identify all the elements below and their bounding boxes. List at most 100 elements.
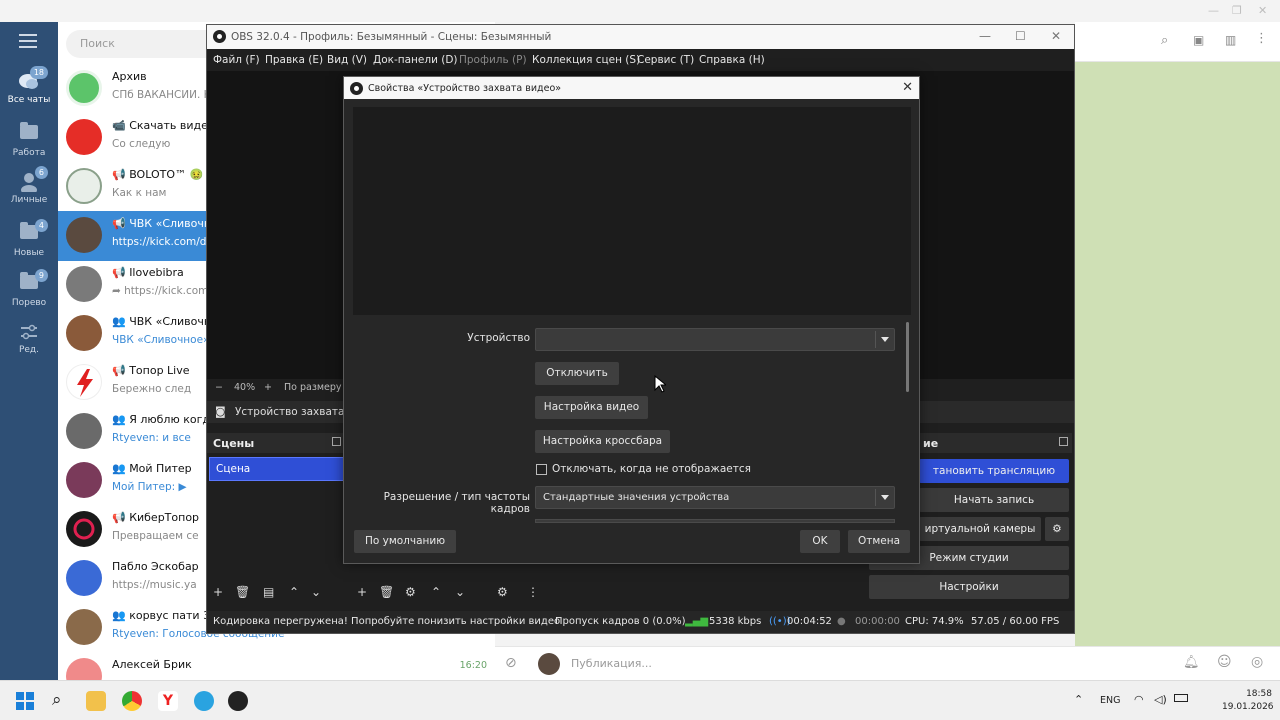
menu-docks[interactable]: Док-панели (D) — [373, 54, 458, 66]
zoom-fit-button[interactable]: По размеру ок — [284, 382, 344, 393]
menu-edit[interactable]: Правка (E) — [265, 54, 323, 66]
yandex-browser-icon[interactable]: Y — [158, 691, 178, 711]
defaults-button[interactable]: По умолчанию — [354, 530, 456, 553]
chat-header: ⌕ ▣ ▥ ⋮ — [1075, 22, 1280, 62]
filters-icon[interactable]: ▤ — [263, 585, 274, 599]
chrome-icon[interactable] — [122, 691, 142, 711]
gear-icon[interactable]: ⚙ — [1045, 517, 1069, 541]
folder-work[interactable]: Работа — [0, 122, 58, 158]
search-icon[interactable]: ⌕ — [52, 690, 62, 710]
wifi-icon[interactable]: ◠ — [1134, 693, 1144, 706]
remove-scene-icon[interactable]: 🗑︎ — [235, 585, 250, 599]
menu-profile[interactable]: Профиль (P) — [459, 54, 527, 66]
obs-logo-icon — [350, 82, 363, 95]
chat-background — [1075, 62, 1280, 646]
avatar — [66, 609, 102, 645]
crossbar-settings-button[interactable]: Настройка кроссбара — [535, 430, 670, 453]
camera-icon[interactable]: ◎ — [1251, 654, 1263, 670]
camera-icon: ◙ — [215, 405, 226, 418]
close-icon[interactable]: ✕ — [1051, 29, 1061, 43]
start-recording-button[interactable]: Начать запись — [919, 488, 1069, 512]
more-icon[interactable]: ⋮ — [1255, 31, 1268, 46]
telegram-icon[interactable] — [194, 691, 214, 711]
video-settings-button[interactable]: Настройка видео — [535, 396, 648, 419]
chat-name: 👥 Я люблю когда — [112, 413, 207, 426]
add-source-icon[interactable]: + — [357, 585, 367, 599]
emoji-icon[interactable]: ☺ — [1217, 654, 1232, 670]
folder-personal[interactable]: 6 Личные — [0, 166, 58, 205]
deactivate-when-hidden-checkbox[interactable] — [536, 464, 547, 475]
zoom-out-button[interactable]: − — [215, 382, 223, 393]
chat-preview: Превращаем се — [112, 530, 199, 542]
clock[interactable]: 18:58 19.01.2026 — [1222, 688, 1274, 714]
avatar — [66, 315, 102, 351]
attach-icon[interactable]: ⊘ — [505, 655, 517, 671]
scrollbar[interactable] — [906, 322, 909, 392]
settings-button[interactable]: Настройки — [869, 575, 1069, 599]
menu-tools[interactable]: Сервис (T) — [637, 54, 694, 66]
compose-bar: ⊘ Публикация... 🔔︎ ☺ ◎ — [495, 646, 1280, 680]
chevron-up-icon[interactable]: ⌃ — [1074, 693, 1083, 706]
folder-new[interactable]: 4 Новые — [0, 219, 58, 258]
folder-label: Работа — [12, 148, 46, 158]
date: 19.01.2026 — [1222, 702, 1274, 712]
unread-badge: 4 — [34, 219, 48, 232]
bell-icon[interactable]: 🔔︎ — [1183, 655, 1200, 670]
chat-row[interactable]: Алексей Брик 16:20 — [58, 652, 495, 680]
battery-icon[interactable] — [1174, 694, 1188, 702]
float-icon[interactable] — [1059, 437, 1068, 446]
search-icon[interactable]: ⌕ — [1161, 33, 1168, 48]
folder-label: Все чаты — [7, 95, 51, 105]
avatar — [66, 413, 102, 449]
move-down-icon[interactable]: ⌄ — [311, 585, 321, 599]
resolution-value: Стандартные значения устройства — [543, 492, 730, 503]
add-scene-icon[interactable]: + — [213, 585, 223, 599]
folder-porevo[interactable]: 9 Порево — [0, 269, 58, 308]
volume-icon[interactable]: ◁) — [1154, 693, 1167, 706]
close-icon[interactable]: ✕ — [902, 80, 913, 95]
message-input[interactable]: Публикация... — [571, 657, 652, 670]
scene-list-item[interactable]: Сцена — [209, 457, 344, 481]
telegram-titlebar: — ❐ ✕ — [0, 0, 1280, 22]
menu-file[interactable]: Файл (F) — [213, 54, 260, 66]
input-language[interactable]: ENG — [1100, 695, 1120, 706]
hamburger-menu-icon[interactable] — [19, 34, 37, 48]
sidebar-toggle-icon[interactable]: ▥ — [1225, 33, 1236, 47]
audio-settings-icon[interactable]: ⚙ — [497, 585, 508, 599]
disable-button[interactable]: Отключить — [535, 362, 619, 385]
chat-name: 📢 ЧВК «Сливочн — [112, 217, 207, 230]
obs-icon[interactable] — [228, 691, 248, 711]
chat-name: 👥 Мой Питер — [112, 462, 192, 475]
menu-view[interactable]: Вид (V) — [327, 54, 367, 66]
minimize-icon[interactable]: — — [1208, 4, 1219, 17]
float-icon[interactable] — [332, 437, 341, 446]
device-select[interactable] — [535, 328, 895, 351]
chat-name: 👥 ЧВК «Сливочн — [112, 315, 207, 328]
comments-icon[interactable]: ▣ — [1193, 33, 1204, 47]
ok-button[interactable]: OK — [800, 530, 840, 553]
minimize-icon[interactable]: — — [979, 29, 991, 43]
chat-preview: https://music.ya — [112, 579, 197, 591]
stop-streaming-button[interactable]: тановить трансляцию — [919, 459, 1069, 483]
source-properties-icon[interactable]: ⚙ — [405, 585, 416, 599]
chat-preview: Со следую — [112, 138, 171, 150]
move-down-icon[interactable]: ⌄ — [455, 585, 465, 599]
menu-help[interactable]: Справка (H) — [699, 54, 765, 66]
folder-all-chats[interactable]: 18 Все чаты — [0, 66, 58, 105]
resolution-select[interactable]: Стандартные значения устройства — [535, 486, 895, 509]
sliders-icon — [18, 322, 40, 342]
virtual-camera-button[interactable]: иртуальной камеры — [919, 517, 1041, 541]
remove-source-icon[interactable]: 🗑︎ — [379, 585, 394, 599]
more-icon[interactable]: ⋮ — [527, 585, 539, 599]
folder-edit[interactable]: Ред. — [0, 322, 58, 355]
close-icon[interactable]: ✕ — [1258, 4, 1267, 17]
move-up-icon[interactable]: ⌃ — [431, 585, 441, 599]
zoom-in-button[interactable]: + — [264, 382, 272, 393]
maximize-icon[interactable]: ❐ — [1232, 4, 1242, 17]
cancel-button[interactable]: Отмена — [848, 530, 910, 553]
windows-start-icon[interactable] — [16, 692, 34, 710]
file-explorer-icon[interactable] — [86, 691, 106, 711]
menu-scene-collection[interactable]: Коллекция сцен (S) — [532, 54, 640, 66]
maximize-icon[interactable]: ☐ — [1015, 29, 1026, 43]
move-up-icon[interactable]: ⌃ — [289, 585, 299, 599]
